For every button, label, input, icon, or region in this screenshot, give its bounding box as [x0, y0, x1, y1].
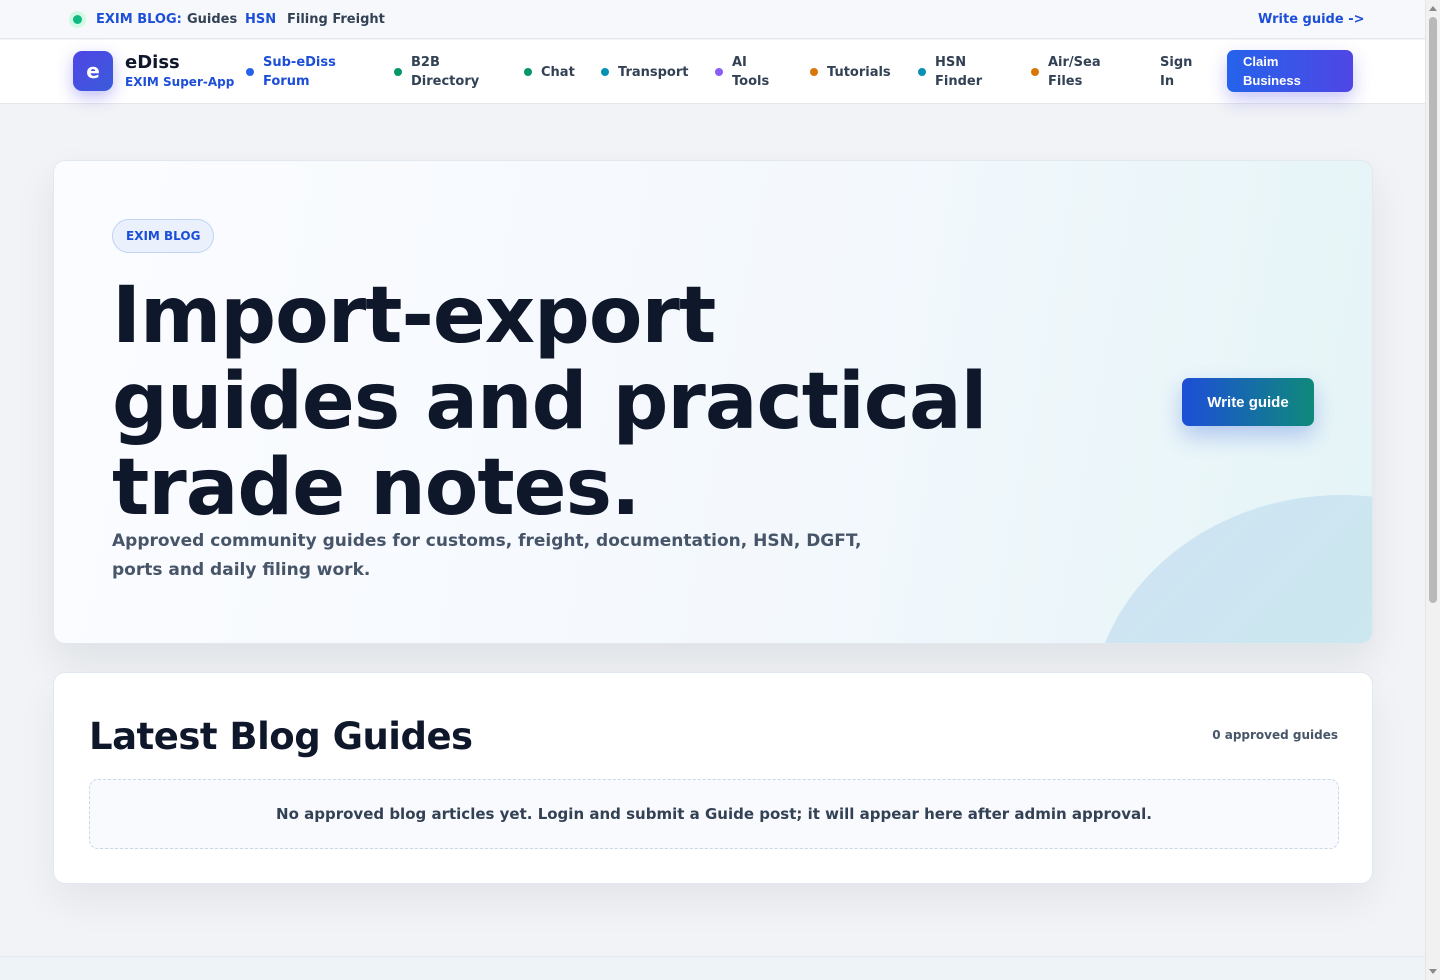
- nav-item-sub-ediss-forum[interactable]: Sub-eDiss Forum: [246, 52, 366, 92]
- nav-dot-icon: [394, 68, 402, 76]
- main-navbar: e eDiss EXIM Super-App Sub-eDiss Forum B…: [0, 40, 1425, 104]
- page-scrollbar[interactable]: [1425, 0, 1440, 980]
- section-title: Latest Blog Guides: [89, 715, 473, 758]
- hero-description: Approved community guides for customs, f…: [112, 531, 862, 580]
- hero-decoration: [1090, 495, 1372, 643]
- topbar-brand: EXIM BLOG:: [96, 12, 182, 27]
- guides-count: 0 approved guides: [1212, 728, 1338, 742]
- sign-in-label: Sign In: [1160, 55, 1193, 89]
- nav-item-hsn-finder[interactable]: HSN Finder: [918, 52, 998, 92]
- topbar-link-hsn[interactable]: HSN: [245, 12, 276, 28]
- topbar-link-filing-freight[interactable]: Filing Freight: [287, 12, 385, 28]
- nav-item-label: HSN Finder: [935, 55, 983, 89]
- nav-dot-icon: [1031, 68, 1039, 76]
- nav-item-label: Sub-eDiss Forum: [263, 55, 336, 89]
- sign-in-link[interactable]: Sign In: [1160, 52, 1205, 92]
- write-guide-button[interactable]: Write guide: [1182, 378, 1314, 426]
- footer-strip: [0, 956, 1425, 980]
- nav-item-chat[interactable]: Chat: [524, 52, 584, 92]
- nav-item-transport[interactable]: Transport: [601, 52, 701, 92]
- nav-item-label: Chat: [541, 64, 575, 80]
- scroll-down-arrow-icon[interactable]: [1429, 969, 1437, 974]
- logo-icon[interactable]: e: [73, 51, 113, 91]
- hero-title: Import-export guides and practical trade…: [112, 271, 987, 533]
- nav-item-label: Air/Sea Files: [1048, 55, 1101, 89]
- nav-dot-icon: [524, 68, 532, 76]
- hero-card: EXIM BLOG Import-export guides and pract…: [53, 160, 1373, 644]
- nav-dot-icon: [715, 68, 723, 76]
- nav-item-tutorials[interactable]: Tutorials: [810, 52, 905, 92]
- nav-item-ai-tools[interactable]: AI Tools: [715, 52, 785, 92]
- nav-dot-icon: [601, 68, 609, 76]
- latest-guides-section: Latest Blog Guides 0 approved guides No …: [53, 672, 1373, 884]
- status-dot-icon: [69, 11, 86, 28]
- logo-subtitle: EXIM Super-App: [125, 75, 235, 89]
- topbar-write-guide-link[interactable]: Write guide ->: [1258, 12, 1365, 28]
- scroll-thumb[interactable]: [1429, 17, 1437, 603]
- logo-name[interactable]: eDiss: [125, 53, 180, 73]
- hero-badge: EXIM BLOG: [112, 219, 215, 253]
- nav-item-label: AI Tools: [732, 55, 770, 89]
- nav-item-label: Tutorials: [827, 64, 891, 80]
- topbar-link-guides[interactable]: Guides: [187, 12, 237, 28]
- empty-state-message: No approved blog articles yet. Login and…: [89, 779, 1339, 849]
- nav-item-air-sea-files[interactable]: Air/Sea Files: [1031, 52, 1126, 92]
- nav-item-label: Transport: [618, 64, 689, 80]
- nav-item-b2b-directory[interactable]: B2B Directory: [394, 52, 494, 92]
- claim-business-button[interactable]: Claim Business: [1227, 50, 1353, 92]
- nav-item-label: B2B Directory: [411, 55, 480, 89]
- scroll-up-arrow-icon[interactable]: [1429, 6, 1437, 11]
- nav-dot-icon: [810, 68, 818, 76]
- top-strip: EXIM BLOG: Guides HSN Filing Freight Wri…: [0, 0, 1425, 39]
- nav-dot-icon: [246, 68, 254, 76]
- nav-dot-icon: [918, 68, 926, 76]
